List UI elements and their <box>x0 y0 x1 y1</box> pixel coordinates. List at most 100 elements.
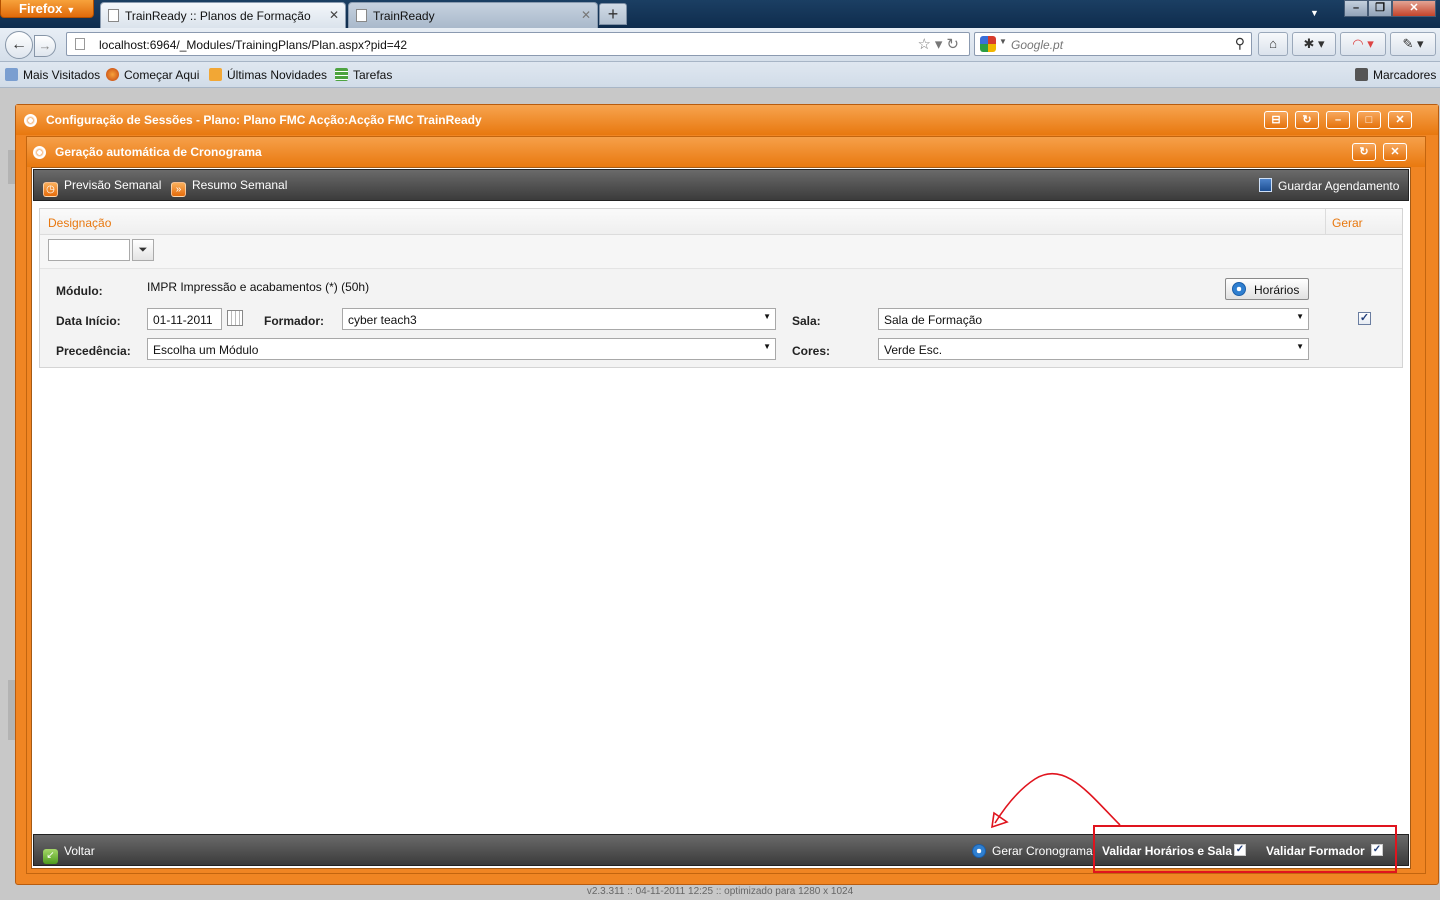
search-icon[interactable]: ⚲ <box>1235 35 1245 52</box>
close-icon[interactable]: ✕ <box>581 8 591 22</box>
search-input[interactable]: ▼ Google.pt ⚲ <box>974 32 1252 56</box>
firefox-icon <box>106 68 119 81</box>
clock-icon: ◷ <box>43 182 58 197</box>
save-icon <box>1259 178 1272 192</box>
page-icon <box>108 9 119 22</box>
column-header-designation[interactable]: Designação <box>48 216 111 230</box>
version-footer: v2.3.311 :: 04-11-2011 12:25 :: optimiza… <box>586 886 854 897</box>
weekly-summary-button[interactable]: » Resumo Semanal <box>171 178 287 197</box>
back-button[interactable]: ↙ Voltar <box>43 844 95 864</box>
maximize-icon[interactable]: □ <box>1357 111 1381 129</box>
annotation-arrow <box>991 772 1121 829</box>
start-date-label: Data Início: <box>56 314 121 328</box>
back-icon: ↙ <box>43 849 58 864</box>
module-row: Módulo: IMPR Impressão e acabamentos (*)… <box>40 278 1404 302</box>
schedules-button[interactable]: Horários <box>1225 278 1309 300</box>
colors-label: Cores: <box>792 344 831 358</box>
minimize-icon[interactable]: – <box>1326 111 1350 129</box>
schedule-generation-dialog: Geração automática de Cronograma ↻ ✕ ◷ Pr… <box>26 136 1426 874</box>
schedule-generation-title-bar[interactable]: Geração automática de Cronograma ↻ ✕ <box>27 137 1425 167</box>
close-icon[interactable]: ✕ <box>329 8 339 22</box>
schedule-generation-title: Geração automática de Cronograma <box>55 145 262 159</box>
home-icon[interactable]: ⌂ <box>1258 32 1288 56</box>
tools-icon[interactable]: ✎ ▾ <box>1390 32 1436 56</box>
restore-window-button[interactable]: ❐ <box>1368 0 1392 17</box>
column-header-generate[interactable]: Gerar <box>1332 216 1363 230</box>
back-arrow-icon[interactable]: ← <box>5 31 33 59</box>
chevron-down-icon: ▼ <box>763 342 771 351</box>
weekly-preview-label: Previsão Semanal <box>64 178 162 192</box>
date-trainer-room-row: Data Início: 01-11-2011 Formador: cyber … <box>40 308 1404 332</box>
generate-schedule-button[interactable]: Gerar Cronograma <box>972 844 1093 858</box>
generate-checkbox[interactable]: ✓ <box>1358 312 1371 325</box>
room-select[interactable]: Sala de Formação ▼ <box>878 308 1309 330</box>
start-date-input[interactable]: 01-11-2011 <box>147 308 222 330</box>
filter-icon[interactable]: ⏷ <box>132 239 154 261</box>
colors-value: Verde Esc. <box>884 343 943 357</box>
close-icon[interactable]: ✕ <box>1388 111 1412 129</box>
chevron-down-icon: ▼ <box>1296 312 1304 321</box>
search-placeholder: Google.pt <box>1011 38 1064 52</box>
generate-schedule-label: Gerar Cronograma <box>992 844 1093 858</box>
new-tab-button[interactable]: + <box>599 3 627 25</box>
bookmarks-bar: Mais Visitados Começar Aqui Últimas Novi… <box>0 62 1440 88</box>
chevron-down-icon: ▼ <box>763 312 771 321</box>
rss-icon <box>209 68 222 81</box>
dialog-icon <box>24 114 37 127</box>
session-config-dialog: Configuração de Sessões - Plano: Plano F… <box>15 104 1439 885</box>
precedence-value: Escolha um Módulo <box>153 343 259 357</box>
tab-label: TrainReady :: Planos de Formação <box>125 9 311 23</box>
url-text: localhost:6964/_Modules/TrainingPlans/Pl… <box>99 38 408 52</box>
minimize-window-button[interactable]: – <box>1344 0 1368 17</box>
url-bar[interactable]: localhost:6964/_Modules/TrainingPlans/Pl… <box>66 32 970 56</box>
session-config-title-bar[interactable]: Configuração de Sessões - Plano: Plano F… <box>16 105 1438 135</box>
refresh-icon[interactable]: ↻ <box>1352 143 1376 161</box>
bookmark-star-and-reload-icons[interactable]: ☆▾↻ <box>917 35 963 53</box>
schedule-generation-body: ◷ Previsão Semanal » Resumo Semanal Guarda… <box>31 167 1411 869</box>
clock-icon <box>1232 282 1246 296</box>
weekly-summary-label: Resumo Semanal <box>192 178 288 192</box>
close-icon[interactable]: ✕ <box>1383 143 1407 161</box>
trainer-select[interactable]: cyber teach3 ▼ <box>342 308 776 330</box>
tab-trainready[interactable]: TrainReady ✕ <box>348 2 598 28</box>
room-value: Sala de Formação <box>884 313 983 327</box>
bookmarks-menu[interactable]: Marcadores <box>1355 68 1436 82</box>
forward-arrow-icon[interactable]: → <box>34 35 56 57</box>
dialog-icon <box>33 146 46 159</box>
calendar-icon[interactable] <box>227 310 243 326</box>
save-schedule-button[interactable]: Guardar Agendamento <box>1259 178 1399 193</box>
weekly-preview-button[interactable]: ◷ Previsão Semanal <box>43 178 161 197</box>
colors-select[interactable]: Verde Esc. ▼ <box>878 338 1309 360</box>
firefox-menu-button[interactable]: Firefox ▼ <box>0 0 94 18</box>
dialog-controls: ↻ ✕ <box>1352 143 1407 161</box>
precedence-label: Precedência: <box>56 344 131 358</box>
module-value: IMPR Impressão e acabamentos (*) (50h) <box>147 280 370 294</box>
tab-trainready-plans[interactable]: TrainReady :: Planos de Formação ✕ <box>100 2 346 28</box>
designation-filter-input[interactable] <box>48 239 130 261</box>
tab-list-icon[interactable]: ▼ <box>1310 8 1319 18</box>
clock-icon <box>972 844 986 858</box>
bookmark-latest-news[interactable]: Últimas Novidades <box>209 68 327 82</box>
star-icon <box>1355 68 1368 81</box>
bookmark-getting-started[interactable]: Começar Aqui <box>106 68 199 82</box>
chevron-down-icon: ▼ <box>1296 342 1304 351</box>
trainer-value: cyber teach3 <box>348 313 417 327</box>
background-element <box>8 680 15 740</box>
pin-icon[interactable]: ⊟ <box>1264 111 1288 129</box>
schedule-toolbar: ◷ Previsão Semanal » Resumo Semanal Guarda… <box>33 169 1409 201</box>
column-separator <box>1325 209 1326 235</box>
precedence-colors-row: Precedência: Escolha um Módulo ▼ Cores: V… <box>40 338 1404 362</box>
google-icon <box>980 36 996 52</box>
back-label: Voltar <box>64 844 95 858</box>
bookmark-tasks[interactable]: Tarefas <box>335 68 392 82</box>
bookmark-most-visited[interactable]: Mais Visitados <box>5 68 100 82</box>
precedence-select[interactable]: Escolha um Módulo ▼ <box>147 338 776 360</box>
background-element <box>8 150 15 184</box>
page-icon <box>356 9 367 22</box>
start-date-value: 01-11-2011 <box>153 313 213 327</box>
close-window-button[interactable]: ✕ <box>1392 0 1436 17</box>
rainbow-icon[interactable]: ◠ ▾ <box>1340 32 1386 56</box>
bookmark-folder-icon <box>5 68 18 81</box>
addon-icon[interactable]: ✱ ▾ <box>1292 32 1336 56</box>
refresh-icon[interactable]: ↻ <box>1295 111 1319 129</box>
